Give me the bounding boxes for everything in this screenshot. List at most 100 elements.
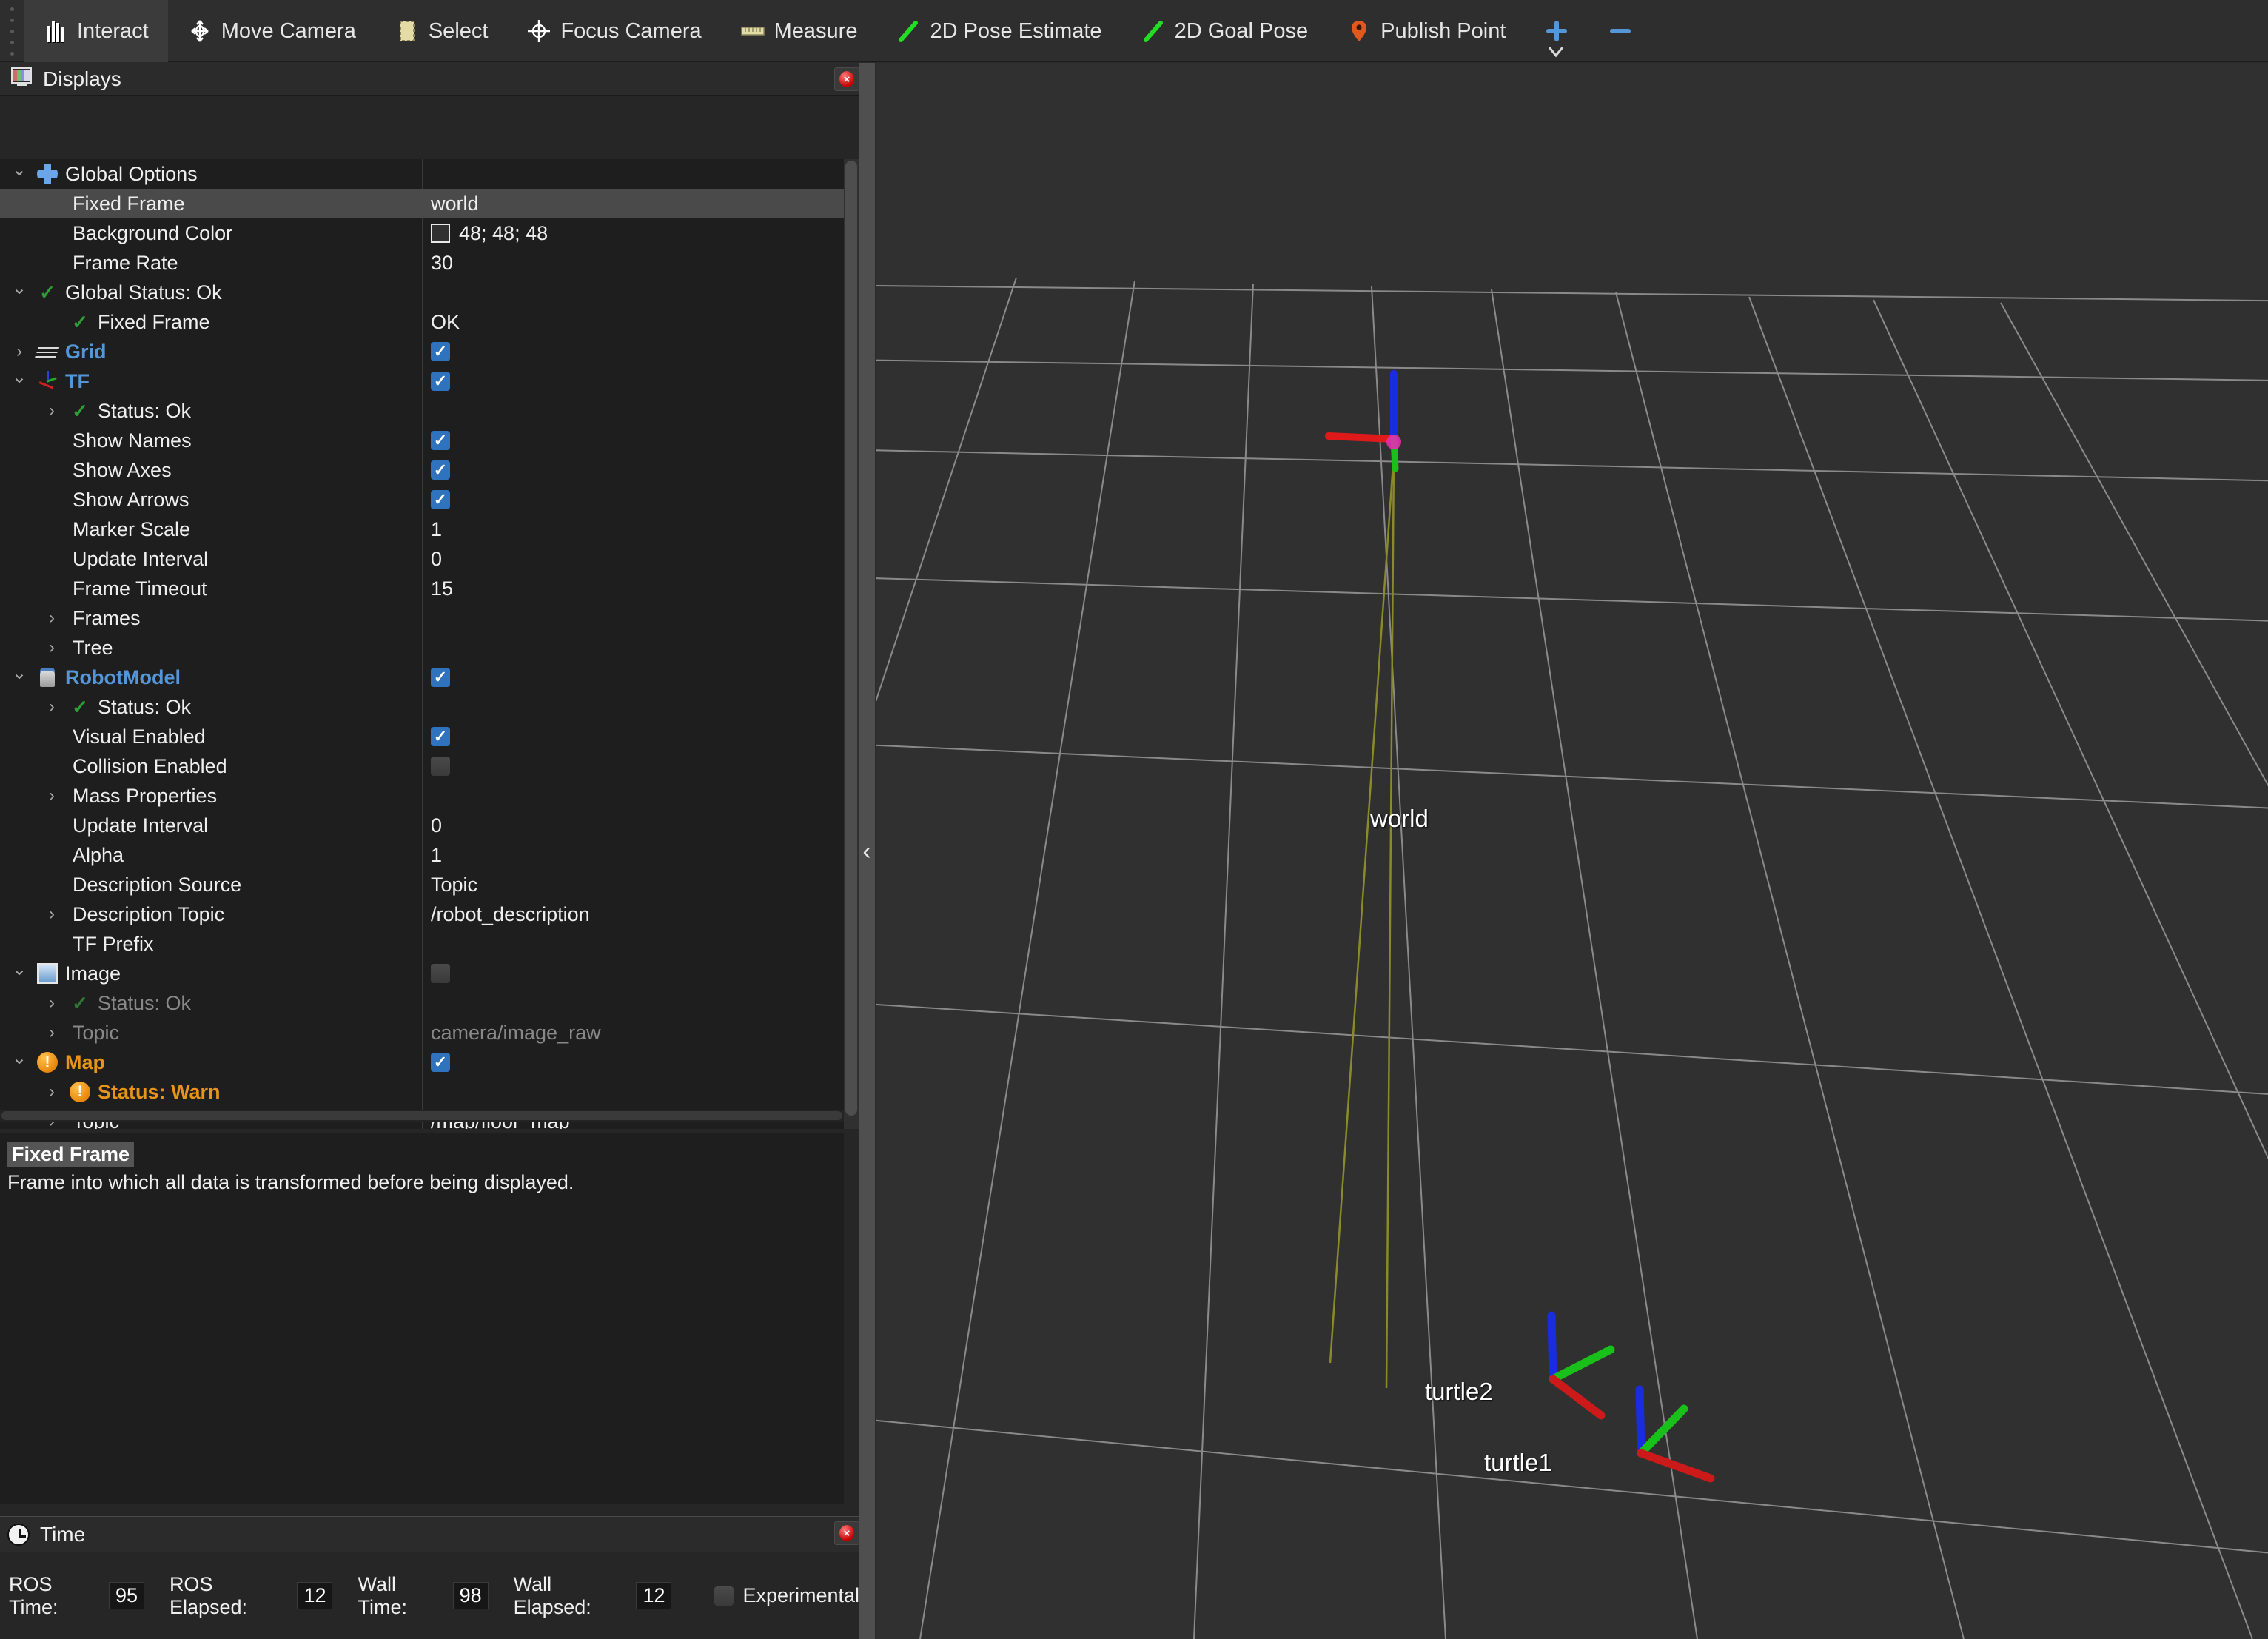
experimental-checkbox[interactable]: Experimental [714, 1584, 859, 1607]
tree-row-value-cell[interactable] [422, 337, 844, 366]
tree-row[interactable]: Frame Timeout 15 [0, 574, 844, 603]
chevron-right-icon[interactable] [43, 637, 61, 658]
chevron-down-icon[interactable] [10, 667, 28, 688]
tree-row-value-cell[interactable] [422, 426, 844, 455]
tree-row-value-cell[interactable] [422, 396, 844, 426]
tree-row-value-cell[interactable]: camera/image_raw [422, 1018, 844, 1048]
chevron-right-icon[interactable] [43, 993, 61, 1013]
tree-row[interactable]: Grid [0, 337, 844, 366]
chevron-down-icon[interactable] [10, 1052, 28, 1073]
tree-row-value-cell[interactable]: 48; 48; 48 [422, 218, 844, 248]
tree-row[interactable]: Marker Scale 1 [0, 515, 844, 544]
tree-row-value-cell[interactable] [422, 455, 844, 485]
chevron-down-icon[interactable] [10, 164, 28, 185]
chevron-right-icon[interactable] [43, 400, 61, 421]
tree-row-value-cell[interactable] [422, 988, 844, 1018]
tree-row-value-cell[interactable] [422, 1077, 844, 1107]
tree-row-checkbox[interactable] [431, 964, 450, 983]
ros-elapsed-value[interactable]: 12 [297, 1582, 333, 1609]
tree-row[interactable]: Image [0, 959, 844, 988]
toolbar-drag-handle[interactable] [0, 0, 24, 62]
tree-row[interactable]: Frames [0, 603, 844, 633]
chevron-down-icon[interactable] [10, 282, 28, 304]
tree-row-value-cell[interactable] [422, 366, 844, 396]
tree-row[interactable]: TF Prefix [0, 929, 844, 959]
experimental-checkbox-box[interactable] [714, 1586, 734, 1606]
chevron-right-icon[interactable] [43, 608, 61, 629]
tree-row-checkbox[interactable] [431, 342, 450, 361]
chevron-right-icon[interactable] [43, 1082, 61, 1102]
tree-row-value-cell[interactable]: 15 [422, 574, 844, 603]
tree-row[interactable]: Show Arrows [0, 485, 844, 515]
tree-row-value-cell[interactable] [422, 781, 844, 811]
displays-close-button[interactable]: × [834, 67, 859, 91]
time-close-button[interactable]: × [834, 1521, 859, 1545]
display-property-tree[interactable]: Global Options Fixed Frame world Background… [0, 159, 844, 1129]
wall-time-value[interactable]: 98 [452, 1582, 489, 1609]
tree-row-checkbox[interactable] [431, 757, 450, 776]
chevron-right-icon[interactable] [43, 1022, 61, 1043]
chevron-right-icon[interactable] [43, 785, 61, 806]
chevron-down-icon[interactable] [10, 371, 28, 392]
tool-focus-camera[interactable]: Focus Camera [507, 0, 720, 62]
tree-row-value-cell[interactable] [422, 959, 844, 988]
tree-row[interactable]: Background Color 48; 48; 48 [0, 218, 844, 248]
tree-row[interactable]: Fixed Frame world [0, 189, 844, 218]
color-swatch[interactable] [431, 224, 450, 243]
tree-row[interactable]: ! Map [0, 1048, 844, 1077]
wall-elapsed-value[interactable]: 12 [636, 1582, 672, 1609]
tree-row[interactable]: ✓ Status: Ok [0, 988, 844, 1018]
tree-vscroll-thumb[interactable] [845, 161, 857, 1116]
tree-row[interactable]: ✓ Status: Ok [0, 692, 844, 722]
tree-row-value-cell[interactable]: Topic [422, 870, 844, 899]
tree-row-checkbox[interactable] [431, 490, 450, 509]
toolbar-overflow-button[interactable] [1543, 43, 1569, 64]
tree-row[interactable]: ✓ Fixed Frame OK [0, 307, 844, 337]
tree-row-value-cell[interactable]: 30 [422, 248, 844, 278]
tree-row-value-cell[interactable] [422, 751, 844, 781]
chevron-down-icon[interactable] [10, 963, 28, 985]
tree-row-checkbox[interactable] [431, 372, 450, 391]
tree-row[interactable]: ✓ Status: Ok [0, 396, 844, 426]
tree-row-value-cell[interactable] [422, 663, 844, 692]
tree-row-checkbox[interactable] [431, 431, 450, 450]
chevron-right-icon[interactable] [10, 341, 28, 362]
tree-row[interactable]: Visual Enabled [0, 722, 844, 751]
chevron-right-icon[interactable] [43, 904, 61, 925]
tree-row[interactable]: Collision Enabled [0, 751, 844, 781]
tree-row-value-cell[interactable]: /robot_description [422, 899, 844, 929]
tree-row[interactable]: Global Options [0, 159, 844, 189]
tree-row-value-cell[interactable]: 0 [422, 544, 844, 574]
tree-row[interactable]: Description Topic/robot_description [0, 899, 844, 929]
tool-move-camera[interactable]: Move Camera [168, 0, 375, 62]
tree-row-value-cell[interactable]: world [422, 189, 844, 218]
chevron-left-icon[interactable]: ‹ [862, 839, 870, 864]
panel-splitter[interactable]: ‹ [859, 63, 875, 1639]
ros-time-value[interactable]: 95 [108, 1582, 144, 1609]
tree-hscroll-thumb[interactable] [1, 1111, 842, 1120]
tree-row[interactable]: Alpha 1 [0, 840, 844, 870]
tree-row[interactable]: Frame Rate 30 [0, 248, 844, 278]
tree-row-value-cell[interactable] [422, 159, 844, 189]
tool-select[interactable]: Select [375, 0, 508, 62]
tree-vertical-scrollbar[interactable] [844, 159, 859, 1129]
tree-row[interactable]: Show Axes [0, 455, 844, 485]
tree-row-checkbox[interactable] [431, 460, 450, 480]
tree-row-value-cell[interactable] [422, 1048, 844, 1077]
tree-row-checkbox[interactable] [431, 668, 450, 687]
tree-row[interactable]: Show Names [0, 426, 844, 455]
tree-row[interactable]: ✓ Global Status: Ok [0, 278, 844, 307]
tree-row[interactable]: RobotModel [0, 663, 844, 692]
tree-row[interactable]: TF [0, 366, 844, 396]
tree-row-checkbox[interactable] [431, 1053, 450, 1072]
tree-row-value-cell[interactable]: 1 [422, 840, 844, 870]
tree-row-value-cell[interactable] [422, 278, 844, 307]
tree-row-checkbox[interactable] [431, 727, 450, 746]
tree-row-value-cell[interactable] [422, 485, 844, 515]
tree-row-value-cell[interactable] [422, 633, 844, 663]
tree-row[interactable]: Description Source Topic [0, 870, 844, 899]
tree-row[interactable]: Mass Properties [0, 781, 844, 811]
tree-row-value-cell[interactable] [422, 603, 844, 633]
tree-row[interactable]: Update Interval 0 [0, 544, 844, 574]
tree-row-value-cell[interactable] [422, 692, 844, 722]
